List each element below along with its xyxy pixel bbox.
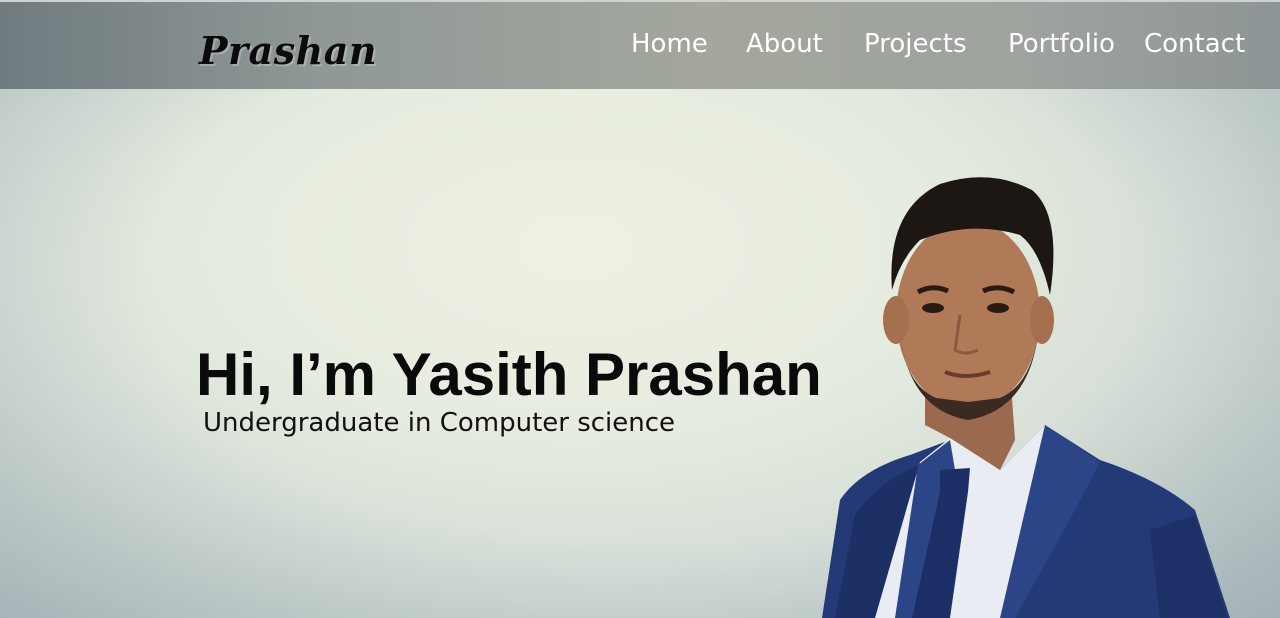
site-logo[interactable]: Prashan [199,28,377,73]
nav-link-contact[interactable]: Contact [1144,29,1245,59]
navbar: Prashan Home About Projects Portfolio Co… [0,0,1280,89]
hero-subtitle: Undergraduate in Computer science [203,408,676,438]
nav-link-portfolio[interactable]: Portfolio [1008,29,1115,59]
nav-link-projects[interactable]: Projects [864,29,967,59]
face [896,220,1040,410]
hero-title: Hi, I’m Yasith Prashan [196,341,822,408]
profile-photo [800,170,1260,618]
nav-link-home[interactable]: Home [631,29,708,59]
nav-link-about[interactable]: About [746,29,823,59]
